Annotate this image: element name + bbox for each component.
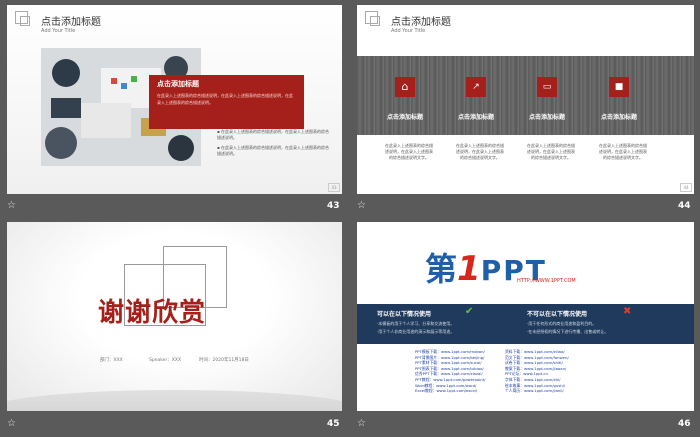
link-item[interactable]: 个人简历：www.1ppt.com/jianli/ [505, 388, 569, 394]
feature-label: 点击添加标题 [528, 114, 565, 121]
box-text: 在此录入上述图表的综合描述说明，在此录入上述图表的综合描述说明，在此录入上述图表… [157, 93, 293, 105]
feature-item: ⌂ 点击添加标题 [375, 77, 435, 121]
link-item[interactable]: PPT模板下载：www.1ppt.com/moban/ [415, 349, 485, 355]
dept-info: 部门：XXX [100, 358, 123, 363]
star-icon[interactable]: ☆ [357, 200, 366, 211]
logo-url: HTTP://WWW.1PPT.COM [517, 278, 576, 284]
can-item: ·本模板的用于个人学习、分享和交流使用。 [377, 321, 455, 326]
title-frame-icon [15, 11, 30, 26]
links-right: 资料下载：www.1ppt.com/ziliao/ 范文下载：www.1ppt.… [505, 349, 569, 394]
slide-number: 45 [327, 419, 340, 429]
cannot-item: ·在未经授权的情况下进行传播、出售或转让。 [527, 329, 609, 334]
cannot-title: 不可以在以下情况使用 [527, 311, 588, 318]
chart-icon: ↗ [466, 77, 486, 97]
slide-subtitle: Add Your Title [41, 28, 76, 34]
feature-item: ▭ 点击添加标题 [517, 77, 577, 121]
briefcase-icon: ▭ [537, 77, 557, 97]
feature-text: 在此录入上述图表的综合描述说明，在此录入上述图表的综合描述说明文字。 [599, 143, 647, 160]
feature-label: 点击添加标题 [600, 114, 637, 121]
check-icon: ✔ [465, 306, 474, 317]
links-left: PPT模板下载：www.1ppt.com/moban/ PPT背景图片：www.… [415, 349, 485, 394]
slide-43[interactable]: 点击添加标题 Add Your Title 点击添加标题 在此录入上述图表的综合… [7, 5, 342, 194]
page-corner-tab: 44 [680, 183, 692, 192]
bullet-list: ▪ 在此录入上述图表的综合描述说明，在此录入上述图表的综合描述说明。 ▪ 在此录… [217, 129, 329, 157]
thanks-text: 谢谢欣赏 [98, 298, 207, 328]
slide-title: 点击添加标题 [391, 17, 451, 28]
bottom-wave [7, 390, 342, 411]
cannot-item: ·用于任何形式的商业用途和盈利目的。 [527, 321, 597, 326]
speaker-info: Speaker：XXX [149, 358, 182, 363]
slide-subtitle: Add Your Title [391, 28, 426, 34]
star-icon[interactable]: ☆ [357, 418, 366, 429]
bullet-item: ▪ 在此录入上述图表的综合描述说明，在此录入上述图表的综合描述说明。 [217, 129, 329, 140]
feature-item: ■ 点击添加标题 [589, 77, 649, 121]
home-icon: ⌂ [395, 77, 415, 97]
feature-label: 点击添加标题 [386, 114, 423, 121]
slide-45[interactable]: 谢谢欣赏 部门：XXX Speaker：XXX 时间：2020年11月18日 [7, 222, 342, 411]
link-item[interactable]: Excel教程：www.1ppt.com/excel/ [415, 388, 485, 394]
link-item[interactable]: 试卷下载：www.1ppt.com/shiti/ [505, 360, 569, 366]
slide-number: 43 [327, 201, 340, 211]
bullet-item: ▪ 在此录入上述图表的综合描述说明，在此录入上述图表的综合描述说明。 [217, 145, 329, 156]
slide-number: 46 [678, 419, 691, 429]
box-title: 点击添加标题 [157, 80, 199, 88]
link-item[interactable]: PPT教程：www.1ppt.com/powerpoint/ [415, 377, 485, 383]
feature-label: 点击添加标题 [457, 114, 494, 121]
usage-band: 可以在以下情况使用 ✔ ·本模板的用于个人学习、分享和交流使用。 ·用于个人非商… [357, 304, 694, 344]
feature-text: 在此录入上述图表的综合描述说明，在此录入上述图表的综合描述说明文字。 [385, 143, 433, 160]
link-item[interactable]: PPT素材下载：www.1ppt.com/sucai/ [415, 360, 485, 366]
star-icon[interactable]: ☆ [7, 418, 16, 429]
feature-item: ↗ 点击添加标题 [446, 77, 506, 121]
date-info: 时间：2020年11月18日 [199, 358, 249, 363]
slide-number: 44 [678, 201, 691, 211]
logo-char: 第 [425, 250, 458, 288]
slide-44[interactable]: 点击添加标题 Add Your Title ⌂ 点击添加标题 ↗ 点击添加标题 … [357, 5, 694, 194]
can-item: ·用于个人非商业用途的演示和展示等用途。 [377, 329, 455, 334]
cross-icon: ✖ [623, 306, 632, 317]
star-icon[interactable]: ☆ [7, 200, 16, 211]
can-title: 可以在以下情况使用 [377, 311, 432, 318]
link-item[interactable]: 字体下载：www.1ppt.com/ziti/ [505, 377, 569, 383]
page-corner-tab: 43 [328, 183, 340, 192]
feature-text: 在此录入上述图表的综合描述说明，在此录入上述图表的综合描述说明文字。 [456, 143, 504, 160]
slide-46[interactable]: 第1PPT HTTP://WWW.1PPT.COM 可以在以下情况使用 ✔ ·本… [357, 222, 694, 411]
feature-text: 在此录入上述图表的综合描述说明，在此录入上述图表的综合描述说明文字。 [527, 143, 575, 160]
slide-title: 点击添加标题 [41, 17, 101, 28]
link-item[interactable]: 资料下载：www.1ppt.com/ziliao/ [505, 349, 569, 355]
highlight-box: 点击添加标题 在此录入上述图表的综合描述说明，在此录入上述图表的综合描述说明，在… [149, 75, 304, 129]
camera-icon: ■ [609, 77, 629, 97]
title-frame-icon [365, 11, 380, 26]
logo-digit: 1 [457, 249, 481, 289]
